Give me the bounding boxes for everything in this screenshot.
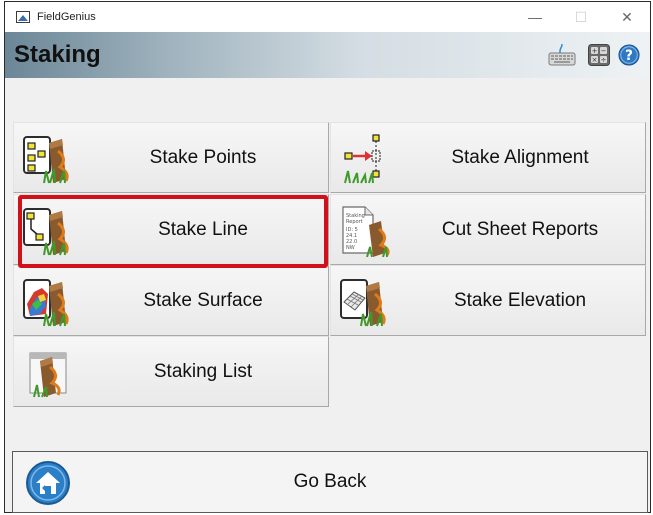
- tile-label: Stake Alignment: [451, 146, 589, 168]
- page-header: Staking + − × ÷ ?: [5, 32, 650, 78]
- go-back-label: Go Back: [293, 471, 367, 492]
- svg-text:÷: ÷: [601, 56, 607, 64]
- tile-label: Stake Elevation: [453, 289, 587, 311]
- stake-alignment-icon: [344, 134, 381, 184]
- maximize-button[interactable]: ☐: [558, 2, 604, 32]
- svg-text:?: ?: [625, 48, 633, 64]
- stake-surface-button[interactable]: Stake Surface: [13, 265, 329, 336]
- close-button[interactable]: ✕: [604, 2, 650, 32]
- stake-points-icon: [23, 136, 69, 184]
- cut-sheet-reports-button[interactable]: Staking Report ID: 5 24.1 22.0 NW Cut Sh…: [330, 194, 646, 265]
- go-back-button[interactable]: Go Back: [12, 451, 648, 513]
- stake-line-button[interactable]: Stake Line: [13, 194, 329, 265]
- page-title: Staking: [14, 41, 101, 68]
- stake-elevation-button[interactable]: Stake Elevation: [330, 265, 646, 336]
- staking-menu-grid: Stake Points Stake Alignment Stake Line: [13, 122, 647, 408]
- tile-label: Staking List: [153, 360, 253, 382]
- staking-list-button[interactable]: Staking List: [13, 336, 329, 407]
- svg-text:Report: Report: [346, 219, 363, 225]
- staking-list-icon: [29, 352, 67, 398]
- tile-label: Stake Points: [149, 146, 257, 168]
- stake-points-button[interactable]: Stake Points: [13, 122, 329, 193]
- minimize-button[interactable]: —: [512, 2, 558, 32]
- svg-text:+: +: [592, 47, 598, 55]
- tile-label: Cut Sheet Reports: [441, 218, 599, 240]
- app-icon: [16, 11, 30, 23]
- svg-text:NW: NW: [346, 245, 355, 251]
- keyboard-icon[interactable]: [548, 44, 576, 66]
- svg-text:−: −: [601, 47, 607, 55]
- tile-label: Stake Surface: [143, 289, 263, 311]
- cut-sheet-reports-icon: Staking Report ID: 5 24.1 22.0 NW: [342, 206, 390, 257]
- window-controls: — ☐ ✕: [512, 2, 650, 32]
- window-titlebar: FieldGenius — ☐ ✕: [5, 2, 650, 32]
- help-icon[interactable]: ?: [617, 44, 641, 66]
- calculator-icon[interactable]: + − × ÷: [588, 44, 610, 66]
- stake-surface-icon: [23, 279, 69, 327]
- svg-text:×: ×: [592, 56, 598, 64]
- stake-alignment-button[interactable]: Stake Alignment: [330, 122, 646, 193]
- window-title: FieldGenius: [37, 11, 96, 23]
- stake-elevation-icon: [340, 279, 386, 327]
- tile-label: Stake Line: [158, 218, 248, 240]
- stake-line-icon: [23, 208, 69, 256]
